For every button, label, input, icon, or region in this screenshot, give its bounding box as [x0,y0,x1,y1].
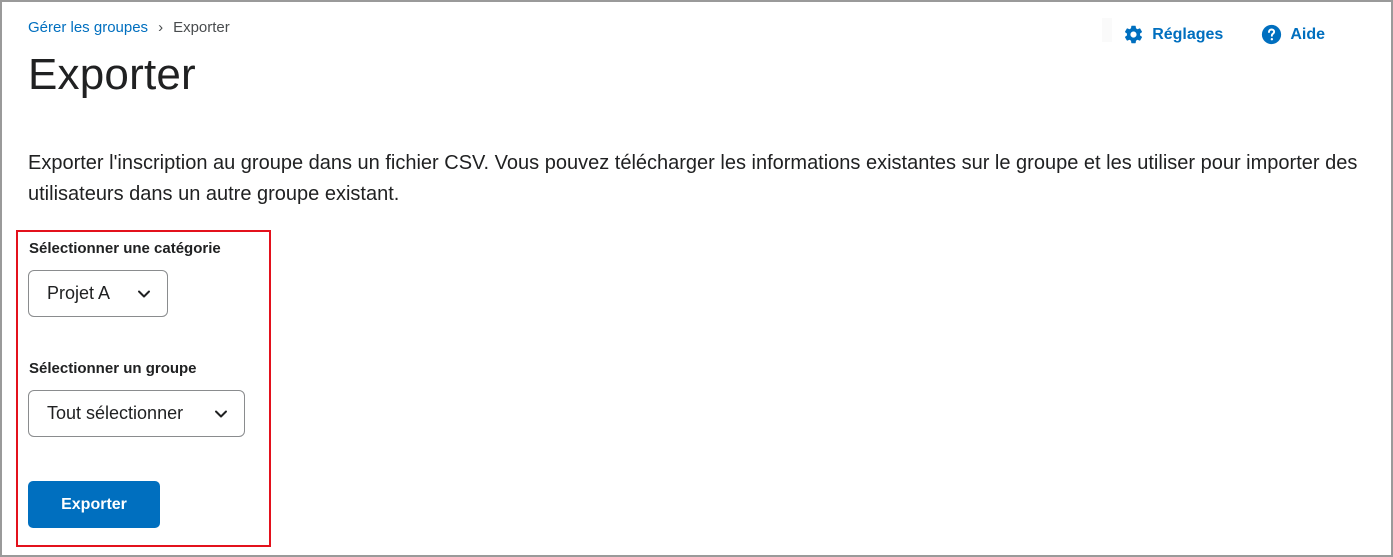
breadcrumb-link-manage-groups[interactable]: Gérer les groupes [28,19,148,36]
page-title: Exporter [28,50,196,99]
help-label: Aide [1290,25,1325,43]
breadcrumb-current: Exporter [173,19,230,36]
page-frame: Gérer les groupes › Exporter Exporter Ré… [0,0,1393,557]
question-circle-icon [1261,24,1282,45]
gear-icon [1123,24,1144,45]
breadcrumb: Gérer les groupes › Exporter [28,19,230,36]
top-actions: Réglages Aide [1123,24,1325,45]
settings-label: Réglages [1152,25,1224,43]
group-select-value: Tout sélectionner [47,403,184,423]
category-label: Sélectionner une catégorie [29,240,221,257]
settings-button[interactable]: Réglages [1123,24,1223,45]
export-button[interactable]: Exporter [28,481,160,528]
help-button[interactable]: Aide [1261,24,1325,45]
page-description: Exporter l'inscription au groupe dans un… [28,152,1358,205]
category-select[interactable]: Projet A [28,270,168,317]
group-label: Sélectionner un groupe [29,360,197,377]
decorative-spacer [1102,18,1112,42]
group-select[interactable]: Tout sélectionner [28,390,245,437]
breadcrumb-separator: › [158,19,164,36]
category-select-value: Projet A [47,283,111,303]
chevron-down-icon [137,289,151,299]
chevron-down-icon [214,409,228,419]
